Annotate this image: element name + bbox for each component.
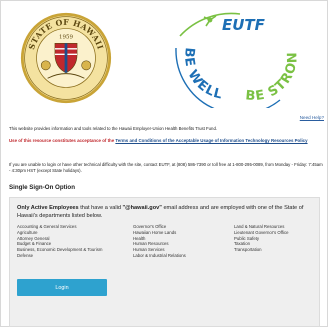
department-item: Labor & Industrial Relations [133, 252, 186, 258]
department-list-col1: Accounting & General Services Agricultur… [17, 224, 102, 259]
state-seal-logo: STATE OF HAWAII 1959 [20, 12, 112, 104]
sso-notice-lead: Only Active Employees [17, 205, 79, 211]
intro-text: This website provides information and to… [9, 126, 218, 131]
svg-text:EUTF: EUTF [222, 16, 266, 34]
terms-notice: Use of this resource constitutes accepta… [9, 138, 324, 144]
eutf-logo: EUTF BE WELL BE STRONG [170, 8, 300, 108]
department-item: Land & Natural Resources [234, 224, 285, 229]
terms-prefix: Use of this resource constitutes accepta… [9, 138, 116, 143]
header-logos: STATE OF HAWAII 1959 EUTF BE WELL BE STR… [0, 0, 328, 112]
sso-notice-email: "@hawaii.gov" [122, 205, 162, 211]
department-item: Defense [17, 252, 34, 258]
login-button[interactable]: Login [17, 279, 107, 296]
sso-notice: Only Active Employees that have a valid … [17, 204, 313, 220]
department-item: Lieutenant Governor's Office [234, 229, 289, 235]
sso-section-title: Single Sign-On Option [9, 184, 75, 191]
department-list-col3: Land & Natural Resources Lieutenant Gove… [234, 224, 288, 253]
svg-text:1959: 1959 [59, 35, 74, 41]
svg-text:BE WELL: BE WELL [181, 47, 224, 103]
technical-help-text: If you are unable to login or have other… [9, 162, 323, 173]
need-help-link[interactable]: Need Help? [300, 115, 324, 120]
sso-notice-mid: that have a valid [78, 205, 123, 211]
terms-policy-link[interactable]: Terms and Conditions of the Acceptable U… [115, 138, 307, 143]
department-list-col2: Governor's Office Hawaiian Home Lands He… [133, 224, 186, 259]
sso-panel: Only Active Employees that have a valid … [9, 197, 320, 327]
department-item: Transportation [234, 247, 262, 253]
